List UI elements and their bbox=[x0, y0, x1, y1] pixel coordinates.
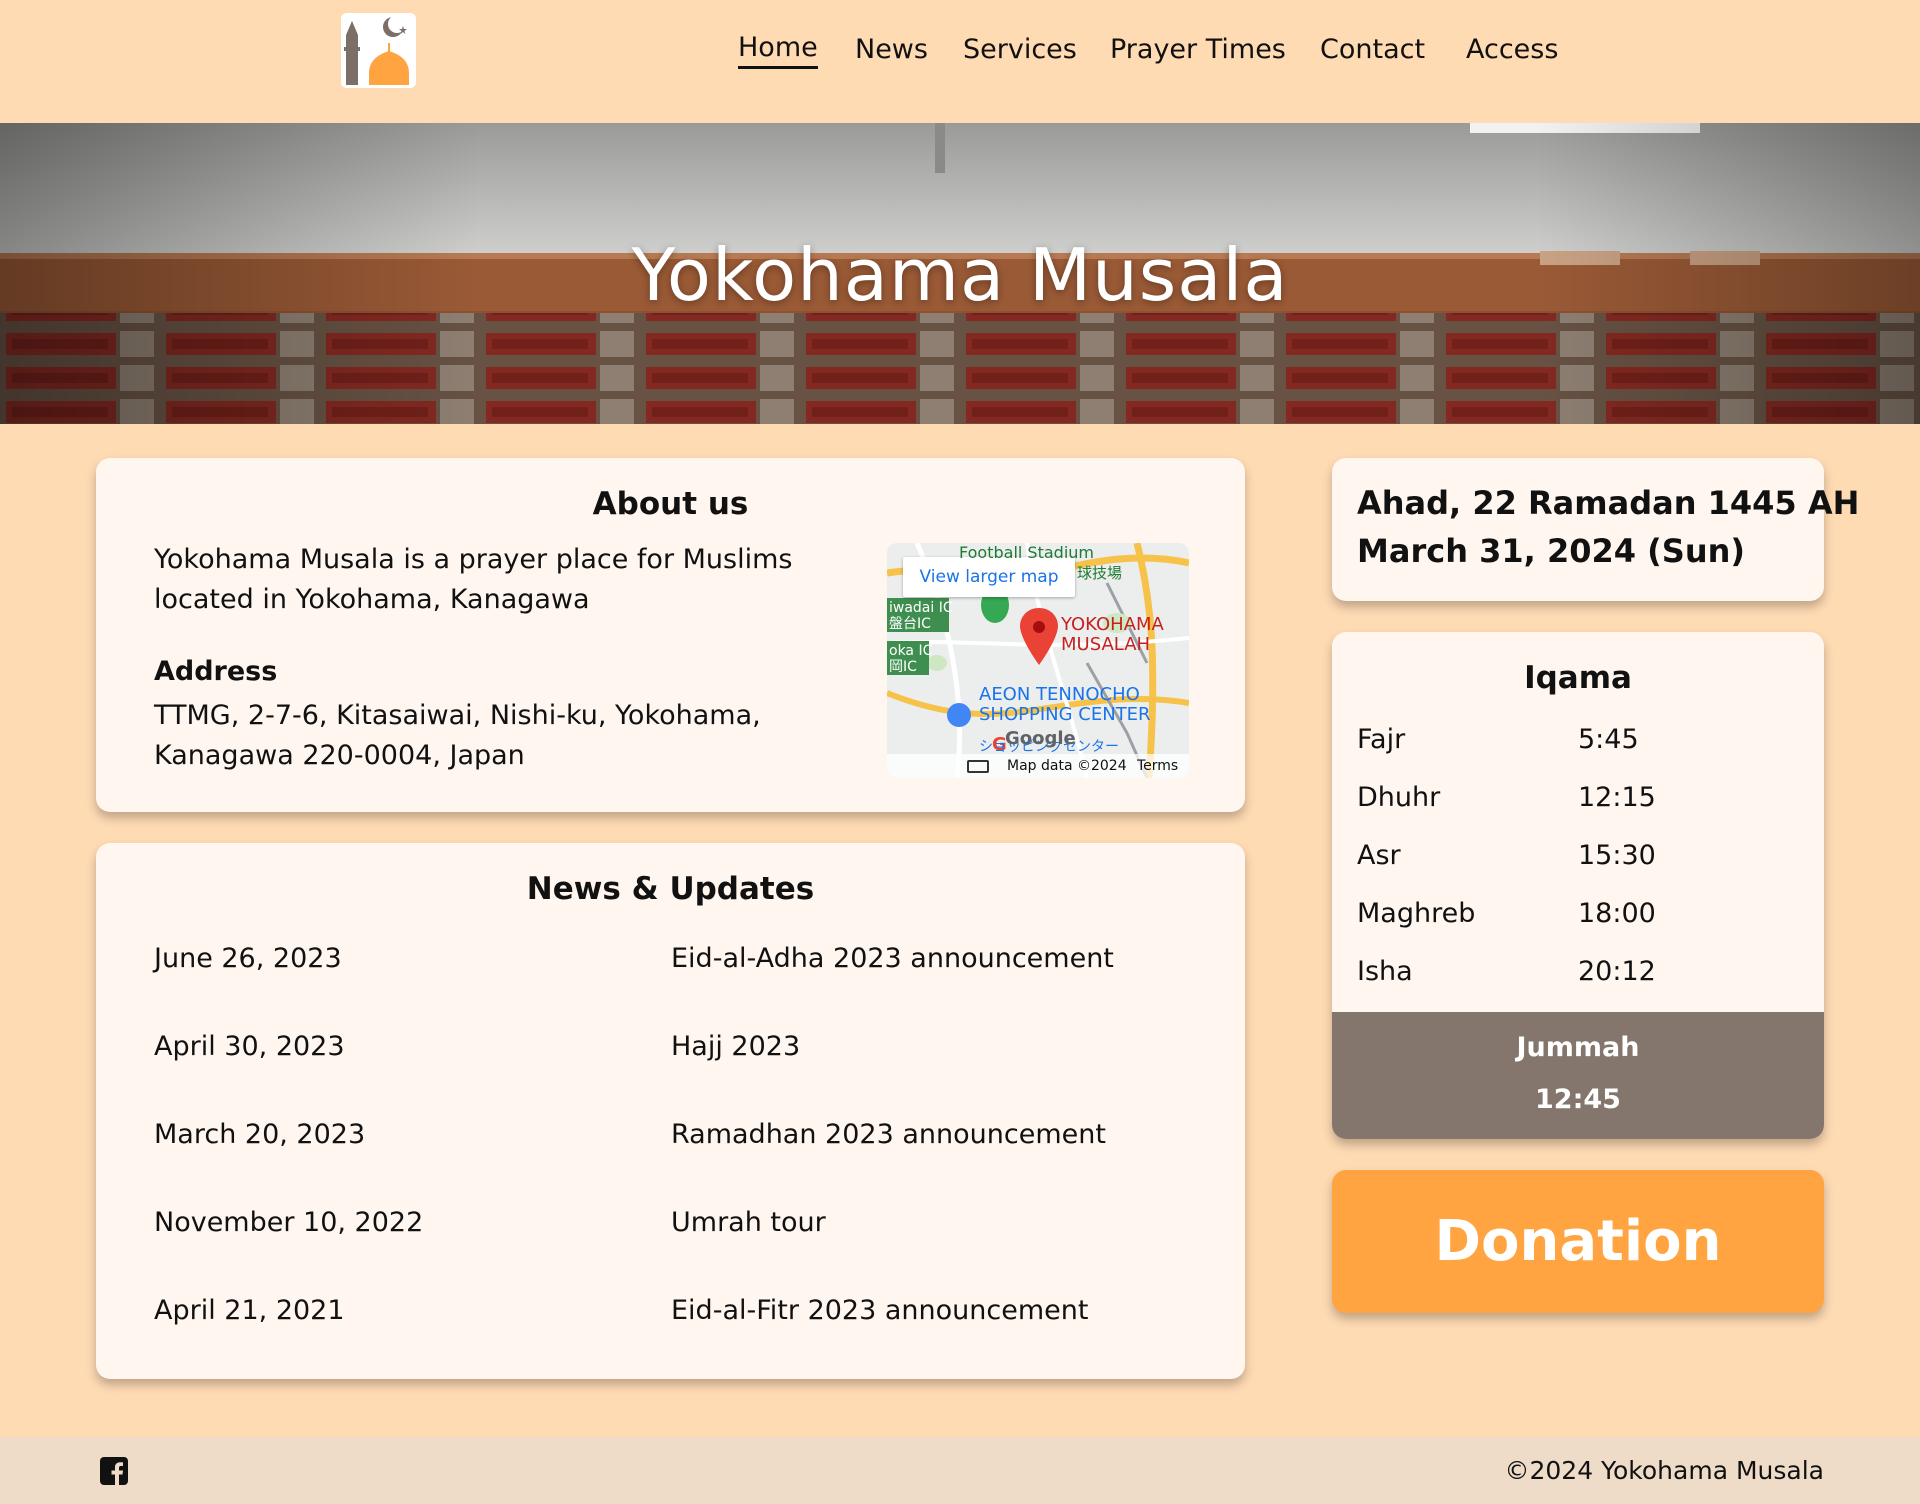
map-google-logo: Google bbox=[1005, 728, 1076, 749]
about-title: About us bbox=[592, 486, 749, 522]
date-card: Ahad, 22 Ramadan 1445 AH March 31, 2024 … bbox=[1332, 458, 1859, 601]
jummah-label: Jummah bbox=[1516, 1032, 1640, 1063]
nav-news[interactable]: News bbox=[855, 30, 928, 70]
site-footer: ©2024 Yokohama Musala bbox=[0, 1437, 1920, 1504]
view-larger-map-link[interactable]: View larger map bbox=[903, 557, 1075, 597]
news-card: News & Updates June 26, 2023 Eid-al-Adha… bbox=[96, 843, 1245, 1379]
prayer-name: Isha bbox=[1357, 956, 1413, 987]
nav-prayer-times[interactable]: Prayer Times bbox=[1110, 30, 1286, 70]
jummah-time: 12:45 bbox=[1535, 1084, 1621, 1115]
news-item[interactable]: April 21, 2021 Eid-al-Fitr 2023 announce… bbox=[154, 1291, 1194, 1331]
prayer-name: Asr bbox=[1357, 840, 1401, 871]
news-link[interactable]: Hajj 2023 bbox=[671, 1027, 800, 1067]
map-ic-label-2: oka IC 岡IC bbox=[889, 643, 933, 675]
prayer-time: 12:15 bbox=[1578, 782, 1656, 813]
jummah-panel: Jummah 12:45 bbox=[1332, 1012, 1824, 1139]
prayer-name: Fajr bbox=[1357, 724, 1406, 755]
map-pin-label: YOKOHAMA MUSALAH bbox=[1061, 614, 1164, 655]
nav-access[interactable]: Access bbox=[1466, 30, 1558, 70]
keyboard-icon[interactable] bbox=[967, 760, 989, 773]
donation-button[interactable]: Donation bbox=[1332, 1170, 1824, 1313]
prayer-row: Isha 20:12 bbox=[1357, 952, 1797, 992]
news-link[interactable]: Ramadhan 2023 announcement bbox=[671, 1115, 1106, 1155]
facebook-icon[interactable] bbox=[100, 1457, 128, 1485]
prayer-row: Asr 15:30 bbox=[1357, 836, 1797, 876]
news-date: March 20, 2023 bbox=[154, 1119, 366, 1150]
about-description: Yokohama Musala is a prayer place for Mu… bbox=[154, 544, 793, 615]
nav-home[interactable]: Home bbox=[738, 30, 818, 69]
news-item[interactable]: June 26, 2023 Eid-al-Adha 2023 announcem… bbox=[154, 939, 1194, 979]
map-terms-link[interactable]: Terms bbox=[1137, 754, 1178, 778]
address-heading: Address bbox=[154, 656, 278, 687]
iqama-card: Iqama Fajr 5:45 Dhuhr 12:15 Asr 15:30 Ma… bbox=[1332, 632, 1824, 1139]
hijri-date: Ahad, 22 Ramadan 1445 AH bbox=[1357, 484, 1860, 522]
address-text: TTMG, 2-7-6, Kitasaiwai, Nishi-ku, Yokoh… bbox=[154, 700, 761, 771]
page-title: Yokohama Musala bbox=[631, 233, 1289, 317]
prayer-row: Fajr 5:45 bbox=[1357, 720, 1797, 760]
news-item[interactable]: March 20, 2023 Ramadhan 2023 announcemen… bbox=[154, 1115, 1194, 1155]
hero-banner: Yokohama Musala bbox=[0, 123, 1920, 424]
main-nav: Home News Services Prayer Times Contact … bbox=[0, 30, 1920, 70]
news-date: November 10, 2022 bbox=[154, 1207, 424, 1238]
prayer-time: 20:12 bbox=[1578, 956, 1656, 987]
about-card: About us Yokohama Musala is a prayer pla… bbox=[96, 458, 1245, 812]
prayer-time: 5:45 bbox=[1578, 724, 1639, 755]
site-header: Home News Services Prayer Times Contact … bbox=[0, 0, 1920, 123]
news-link[interactable]: Eid-al-Adha 2023 announcement bbox=[671, 939, 1114, 979]
copyright-text: ©2024 Yokohama Musala bbox=[1504, 1456, 1824, 1485]
prayer-row: Maghreb 18:00 bbox=[1357, 894, 1797, 934]
map-place-label: AEON TENNOCHO SHOPPING CENTER bbox=[979, 684, 1151, 725]
nav-contact[interactable]: Contact bbox=[1320, 30, 1425, 70]
prayer-time: 18:00 bbox=[1578, 898, 1656, 929]
prayer-name: Maghreb bbox=[1357, 898, 1476, 929]
news-date: April 30, 2023 bbox=[154, 1031, 345, 1062]
map-stadium-jp-label: 球技場 bbox=[1077, 564, 1123, 582]
news-title: News & Updates bbox=[526, 871, 815, 907]
iqama-title: Iqama bbox=[1524, 660, 1632, 696]
prayer-row: Dhuhr 12:15 bbox=[1357, 778, 1797, 818]
prayer-time: 15:30 bbox=[1578, 840, 1656, 871]
map-data-text: Map data ©2024 bbox=[1007, 758, 1127, 774]
gregorian-date: March 31, 2024 (Sun) bbox=[1357, 532, 1745, 570]
map-footer: Map data ©2024 Terms bbox=[887, 754, 1189, 778]
news-link[interactable]: Eid-al-Fitr 2023 announcement bbox=[671, 1291, 1088, 1331]
map-ic-label-1: iwadai IC 盤台IC bbox=[889, 600, 953, 632]
map-stadium-label: Football Stadium bbox=[959, 543, 1094, 562]
news-item[interactable]: April 30, 2023 Hajj 2023 bbox=[154, 1027, 1194, 1067]
nav-services[interactable]: Services bbox=[963, 30, 1077, 70]
news-item[interactable]: November 10, 2022 Umrah tour bbox=[154, 1203, 1194, 1243]
news-date: June 26, 2023 bbox=[154, 943, 342, 974]
news-link[interactable]: Umrah tour bbox=[671, 1203, 826, 1243]
news-date: April 21, 2021 bbox=[154, 1295, 345, 1326]
prayer-name: Dhuhr bbox=[1357, 782, 1441, 813]
embedded-map[interactable]: G View larger map Football Stadium 球技場 i… bbox=[887, 543, 1189, 778]
